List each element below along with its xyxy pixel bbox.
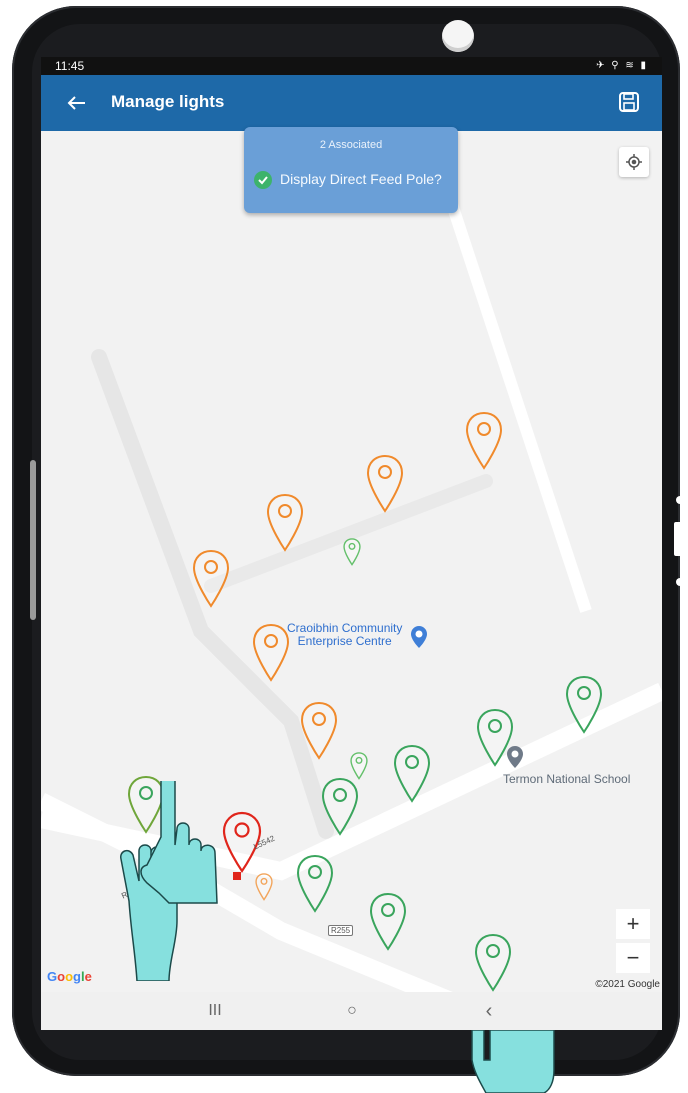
light-pin-green[interactable]: [296, 854, 334, 914]
floppy-disk-icon: [619, 92, 639, 112]
crosshair-icon: [626, 154, 642, 170]
light-pin-orange[interactable]: [465, 411, 503, 471]
poi-label-line: Enterprise Centre: [297, 634, 392, 648]
light-pin-orange[interactable]: [252, 623, 290, 683]
recents-button[interactable]: III: [185, 992, 245, 1030]
light-pin-green[interactable]: [474, 933, 512, 993]
status-bar: 11:45 ✈ ⚲ ≋ ▮: [41, 57, 662, 75]
light-pin-orange[interactable]: [192, 549, 230, 609]
light-pin-green-small[interactable]: [349, 752, 369, 780]
front-camera: [442, 20, 474, 52]
poi-school-label[interactable]: Termon National School: [503, 773, 630, 786]
association-popup: 2 Associated Display Direct Feed Pole?: [244, 127, 458, 213]
touch-hand-icon: [120, 781, 218, 981]
touch-hand-icon: [471, 1030, 555, 1093]
nav-back-button[interactable]: ‹: [459, 992, 519, 1030]
zoom-out-button[interactable]: −: [616, 943, 650, 973]
page-title: Manage lights: [111, 92, 225, 111]
back-button[interactable]: [61, 89, 91, 117]
status-icons: ✈ ⚲ ≋ ▮: [596, 60, 648, 71]
poi-community-icon[interactable]: [410, 625, 428, 649]
direct-feed-checkbox[interactable]: [254, 171, 272, 189]
checkmark-icon: [258, 176, 268, 185]
map-attribution: ©2021 Google: [595, 979, 660, 990]
associated-count: 2 Associated: [319, 139, 383, 151]
app-bar: Manage lights: [41, 75, 662, 131]
light-pin-green[interactable]: [321, 777, 359, 837]
arrow-left-icon: [67, 96, 85, 110]
map-view[interactable]: 2 Associated Display Direct Feed Pole? C…: [41, 127, 662, 993]
zoom-in-button[interactable]: +: [616, 909, 650, 939]
status-time: 11:45: [55, 59, 85, 73]
side-volume-button: [30, 460, 36, 620]
android-nav-bar: III ○ ‹: [41, 992, 662, 1030]
side-power-button: [674, 522, 686, 556]
light-pin-green[interactable]: [393, 744, 431, 804]
direct-feed-label[interactable]: Display Direct Feed Pole?: [280, 171, 442, 187]
light-pin-orange[interactable]: [266, 493, 304, 553]
google-logo: Google: [47, 969, 92, 984]
my-location-button[interactable]: [619, 147, 649, 177]
home-button[interactable]: ○: [322, 992, 382, 1030]
side-sensor-dot: [676, 578, 684, 586]
light-pin-green[interactable]: [369, 892, 407, 952]
side-sensor-dot: [676, 496, 684, 504]
road-label: R255: [328, 925, 354, 936]
poi-school-icon[interactable]: [506, 745, 524, 769]
light-pin-green-small[interactable]: [342, 538, 362, 566]
light-pin-green[interactable]: [565, 675, 603, 735]
poi-community-centre-label[interactable]: Craoibhin Community Enterprise Centre: [287, 622, 402, 648]
save-button[interactable]: [616, 89, 642, 115]
tablet-screen: 11:45 ✈ ⚲ ≋ ▮ Manage lights 2 Associated…: [41, 57, 662, 1030]
light-pin-orange[interactable]: [300, 701, 338, 761]
light-pin-orange[interactable]: [366, 454, 404, 514]
